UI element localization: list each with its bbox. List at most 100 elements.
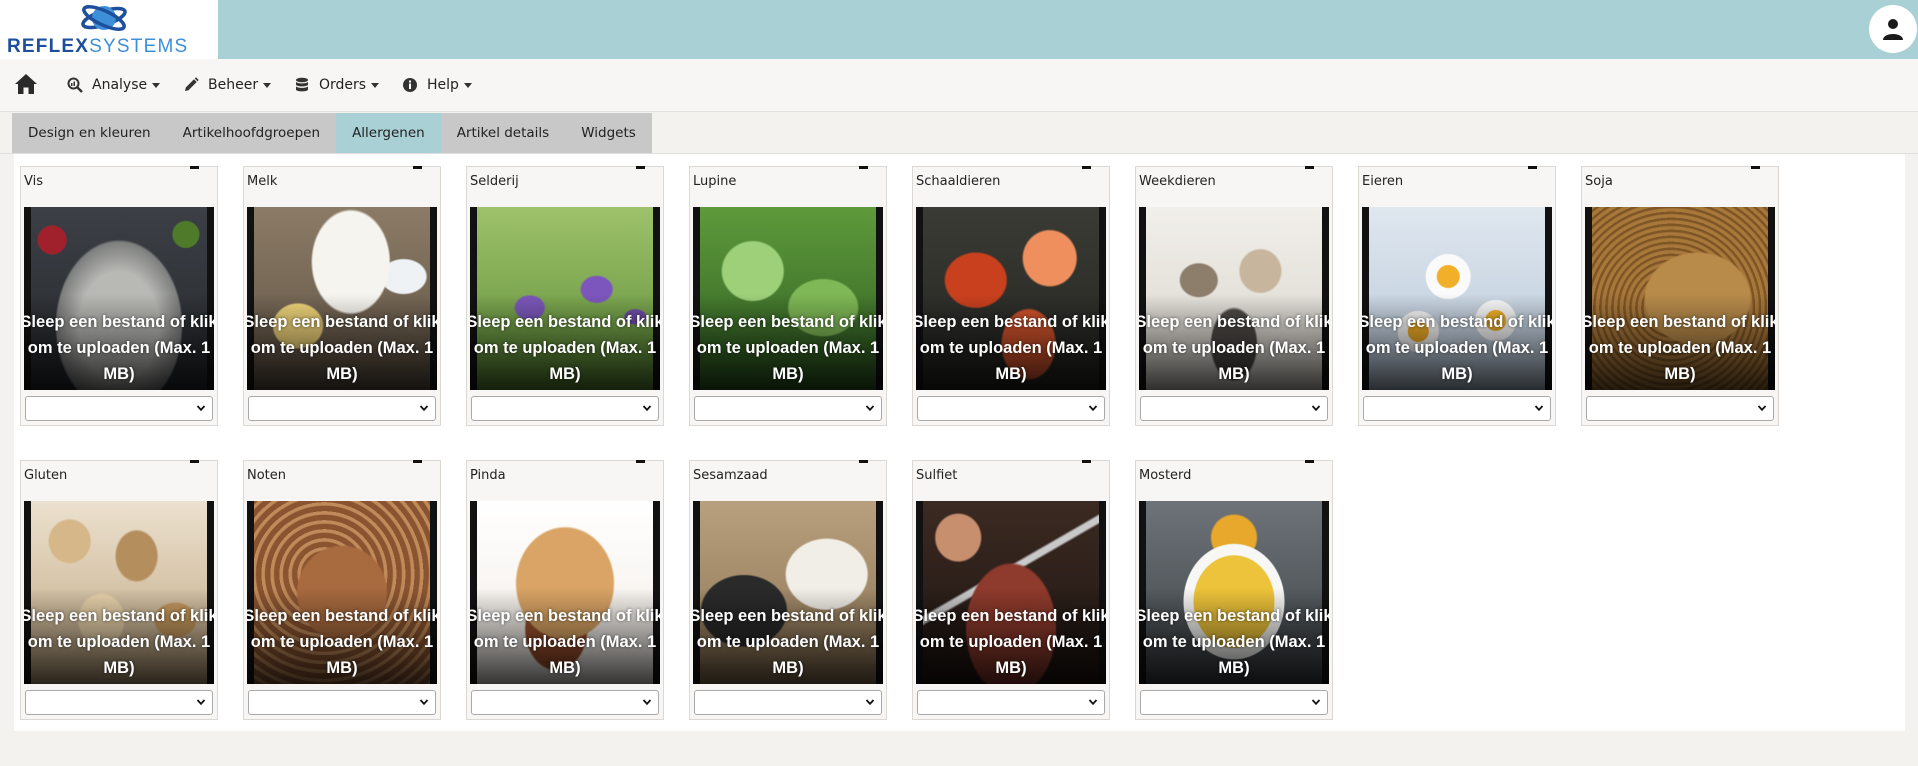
collapse-icon[interactable] (413, 166, 422, 169)
tab-widgets[interactable]: Widgets (565, 113, 652, 153)
image-dropzone[interactable]: Sleep een bestand of klik om te uploaden… (1362, 207, 1552, 390)
image-dropzone[interactable]: Sleep een bestand of klik om te uploaden… (24, 501, 214, 684)
allergen-card-melk: Melk Sleep een bestand of klik om te uplo… (243, 166, 441, 426)
pencil-icon (183, 77, 199, 93)
chevron-down-icon (642, 699, 652, 706)
globe-logo-icon (81, 4, 127, 32)
allergen-select[interactable] (25, 690, 213, 715)
allergen-title: Schaaldieren (916, 174, 1001, 189)
allergen-title: Noten (247, 468, 287, 483)
image-dropzone[interactable]: Sleep een bestand of klik om te uploaden… (916, 207, 1106, 390)
upload-hint: Sleep een bestand of klik om te uploaden… (1139, 607, 1329, 677)
collapse-icon[interactable] (1751, 166, 1760, 169)
image-dropzone[interactable]: Sleep een bestand of klik om te uploaden… (693, 207, 883, 390)
upload-hint: Sleep een bestand of klik om te uploaden… (916, 313, 1106, 383)
upload-hint: Sleep een bestand of klik om te uploaden… (1139, 313, 1329, 383)
nav-beheer[interactable]: Beheer (183, 59, 272, 111)
allergen-select[interactable] (1140, 690, 1328, 715)
nav-help-label: Help (427, 77, 459, 93)
collapse-icon[interactable] (636, 460, 645, 463)
chevron-down-icon (1088, 699, 1098, 706)
image-dropzone[interactable]: Sleep een bestand of klik om te uploaden… (1139, 501, 1329, 684)
chevron-down-icon (152, 82, 161, 88)
allergen-title: Sesamzaad (693, 468, 768, 483)
allergen-select[interactable] (471, 690, 659, 715)
allergens-panel: Vis Sleep een bestand of klik om te uploa… (14, 154, 1905, 731)
chevron-down-icon (865, 699, 875, 706)
info-icon (402, 77, 418, 93)
image-dropzone[interactable]: Sleep een bestand of klik om te uploaden… (693, 501, 883, 684)
chevron-down-icon (419, 699, 429, 706)
image-dropzone[interactable]: Sleep een bestand of klik om te uploaden… (1139, 207, 1329, 390)
tab-allergenen[interactable]: Allergenen (336, 113, 441, 153)
collapse-icon[interactable] (1305, 166, 1314, 169)
image-dropzone[interactable]: Sleep een bestand of klik om te uploaden… (1585, 207, 1775, 390)
nav-analyse[interactable]: Analyse (67, 59, 161, 111)
upload-hint: Sleep een bestand of klik om te uploaden… (24, 313, 214, 383)
collapse-icon[interactable] (1528, 166, 1537, 169)
upload-hint: Sleep een bestand of klik om te uploaden… (1585, 313, 1775, 383)
chevron-down-icon (463, 82, 472, 88)
collapse-icon[interactable] (413, 460, 422, 463)
allergen-title: Mosterd (1139, 468, 1192, 483)
allergen-select[interactable] (917, 690, 1105, 715)
allergen-select[interactable] (25, 396, 213, 421)
allergen-card-gluten: Gluten Sleep een bestand of klik om te up… (20, 460, 218, 720)
allergen-card-selderij: Selderij Sleep een bestand of klik om te … (466, 166, 664, 426)
nav-help[interactable]: Help (402, 59, 472, 111)
collapse-icon[interactable] (636, 166, 645, 169)
chevron-down-icon (1757, 405, 1767, 412)
allergen-card-sesamzaad: Sesamzaad Sleep een bestand of klik om te… (689, 460, 887, 720)
tab-artikelhoofdgroepen[interactable]: Artikelhoofdgroepen (166, 113, 337, 153)
chevron-down-icon (1311, 405, 1321, 412)
collapse-icon[interactable] (1305, 460, 1314, 463)
allergen-select[interactable] (694, 690, 882, 715)
image-dropzone[interactable]: Sleep een bestand of klik om te uploaden… (470, 501, 660, 684)
upload-hint: Sleep een bestand of klik om te uploaden… (470, 607, 660, 677)
upload-hint: Sleep een bestand of klik om te uploaden… (247, 313, 437, 383)
upload-hint: Sleep een bestand of klik om te uploaden… (693, 313, 883, 383)
chevron-down-icon (196, 405, 206, 412)
collapse-icon[interactable] (1082, 166, 1091, 169)
chevron-down-icon (263, 82, 272, 88)
app-header: REFLEXSYSTEMS (0, 0, 1918, 59)
allergen-select[interactable] (1586, 396, 1774, 421)
brand-logo[interactable]: REFLEXSYSTEMS (0, 0, 218, 59)
chevron-down-icon (865, 405, 875, 412)
collapse-icon[interactable] (859, 460, 868, 463)
user-menu-button[interactable] (1869, 5, 1917, 53)
allergen-title: Weekdieren (1139, 174, 1216, 189)
image-dropzone[interactable]: Sleep een bestand of klik om te uploaden… (916, 501, 1106, 684)
tab-artikel-details[interactable]: Artikel details (440, 113, 566, 153)
collapse-icon[interactable] (859, 166, 868, 169)
tab-design-en-kleuren[interactable]: Design en kleuren (12, 113, 167, 153)
allergen-select[interactable] (248, 396, 436, 421)
collapse-icon[interactable] (190, 460, 199, 463)
allergen-select[interactable] (248, 690, 436, 715)
allergen-select[interactable] (1363, 396, 1551, 421)
allergen-select[interactable] (917, 396, 1105, 421)
allergen-select[interactable] (471, 396, 659, 421)
allergen-title: Eieren (1362, 174, 1404, 189)
image-dropzone[interactable]: Sleep een bestand of klik om te uploaden… (470, 207, 660, 390)
image-dropzone[interactable]: Sleep een bestand of klik om te uploaden… (24, 207, 214, 390)
allergen-title: Selderij (470, 174, 519, 189)
collapse-icon[interactable] (1082, 460, 1091, 463)
image-dropzone[interactable]: Sleep een bestand of klik om te uploaden… (247, 501, 437, 684)
allergen-select[interactable] (694, 396, 882, 421)
allergen-select[interactable] (1140, 396, 1328, 421)
user-icon (1883, 19, 1903, 40)
allergen-card-eieren: Eieren Sleep een bestand of klik om te up… (1358, 166, 1556, 426)
chevron-down-icon (371, 82, 380, 88)
collapse-icon[interactable] (190, 166, 199, 169)
settings-tabs: Design en kleuren Artikelhoofdgroepen Al… (12, 113, 652, 153)
allergen-card-lupine: Lupine Sleep een bestand of klik om te up… (689, 166, 887, 426)
database-icon (294, 77, 310, 93)
image-dropzone[interactable]: Sleep een bestand of klik om te uploaden… (247, 207, 437, 390)
nav-orders[interactable]: Orders (294, 59, 380, 111)
chevron-down-icon (642, 405, 652, 412)
allergen-card-mosterd: Mosterd Sleep een bestand of klik om te u… (1135, 460, 1333, 720)
home-icon[interactable] (14, 73, 38, 95)
search-chart-icon (67, 77, 83, 93)
upload-hint: Sleep een bestand of klik om te uploaden… (916, 607, 1106, 677)
